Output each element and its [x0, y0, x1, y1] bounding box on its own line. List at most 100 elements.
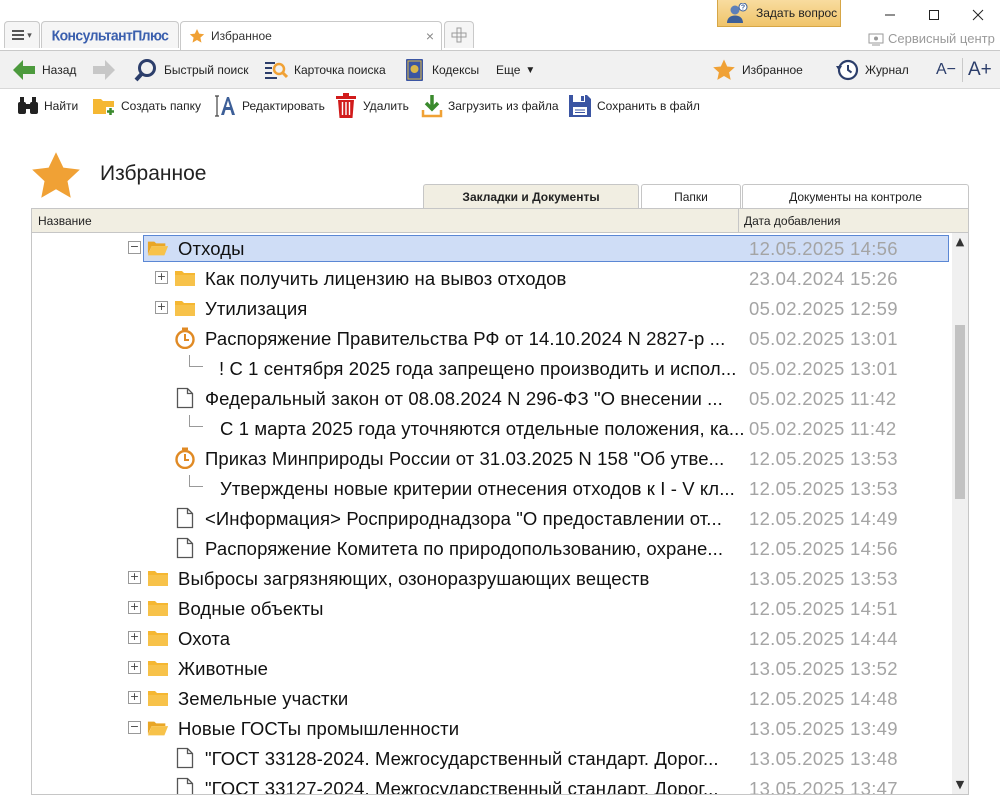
folder-open-icon: [147, 237, 169, 259]
column-divider[interactable]: [738, 209, 739, 233]
folder-row[interactable]: + Как получить лицензию на вывоз отходов 2…: [32, 263, 952, 293]
row-title[interactable]: Новые ГОСТы промышленности: [178, 718, 760, 740]
row-title[interactable]: Земельные участки: [178, 688, 760, 710]
favorites-nav-button[interactable]: Избранное: [712, 51, 803, 89]
delete-button[interactable]: Удалить: [334, 92, 409, 120]
document-row[interactable]: Приказ Минприроды России от 31.03.2025 N…: [32, 443, 952, 473]
row-title[interactable]: Водные объекты: [178, 598, 760, 620]
maximize-button[interactable]: [912, 0, 956, 30]
quick-search-button[interactable]: Быстрый поиск: [134, 51, 248, 89]
find-button[interactable]: Найти: [17, 92, 78, 120]
expand-plus-icon[interactable]: +: [128, 601, 141, 614]
row-date: 13.05.2025 13:53: [749, 568, 898, 589]
scroll-down-arrow-icon[interactable]: ▼: [954, 778, 966, 792]
folder-row[interactable]: + Утилизация 05.02.2025 12:59: [32, 293, 952, 323]
close-window-button[interactable]: [956, 0, 1000, 30]
more-menu-button[interactable]: Еще ▼: [496, 51, 535, 89]
row-title[interactable]: ! С 1 сентября 2025 года запрещено произ…: [219, 358, 760, 380]
document-row[interactable]: "ГОСТ 33128-2024. Межгосударственный ста…: [32, 743, 952, 773]
back-button[interactable]: Назад: [12, 51, 76, 89]
row-title[interactable]: Приказ Минприроды России от 31.03.2025 N…: [205, 448, 760, 470]
tab-favorites[interactable]: Избранное ×: [180, 21, 442, 50]
favorites-large-star-icon: [32, 152, 80, 198]
codes-button[interactable]: Кодексы: [404, 51, 479, 89]
folder-row[interactable]: + Охота 12.05.2025 14:44: [32, 623, 952, 653]
row-title[interactable]: Распоряжение Комитета по природопользова…: [205, 538, 760, 560]
journal-button[interactable]: Журнал: [835, 51, 909, 89]
consultant-logo: КонсультантПлюс: [51, 26, 169, 44]
tree-connector: [189, 355, 203, 367]
collapse-minus-icon[interactable]: −: [128, 721, 141, 734]
expand-plus-icon[interactable]: +: [128, 631, 141, 644]
load-from-file-button[interactable]: Загрузить из файла: [421, 92, 559, 120]
save-disk-icon: [569, 95, 591, 117]
folder-row[interactable]: + Выбросы загрязняющих, озоноразрушающих …: [32, 563, 952, 593]
collapse-minus-icon[interactable]: −: [128, 241, 141, 254]
new-folder-icon: [93, 99, 115, 116]
expand-plus-icon[interactable]: +: [128, 691, 141, 704]
expand-plus-icon[interactable]: +: [155, 301, 168, 314]
service-center-link[interactable]: Сервисный центр: [868, 31, 995, 46]
document-icon: [174, 747, 196, 769]
control-clock-icon: [174, 447, 196, 469]
folder-row[interactable]: + Животные 13.05.2025 13:52: [32, 653, 952, 683]
row-title[interactable]: Федеральный закон от 08.08.2024 N 296-ФЗ…: [205, 388, 760, 410]
document-row[interactable]: <Информация> Росприроднадзора "О предост…: [32, 503, 952, 533]
binoculars-icon: [18, 97, 38, 114]
row-title[interactable]: Отходы: [178, 238, 760, 260]
row-date: 12.05.2025 14:49: [749, 508, 898, 529]
bookmark-row[interactable]: С 1 марта 2025 года уточняются отдельные…: [32, 413, 952, 443]
main-menu-button[interactable]: ▾: [4, 21, 40, 48]
create-folder-button[interactable]: Создать папку: [92, 92, 201, 120]
row-title[interactable]: Как получить лицензию на вывоз отходов: [205, 268, 760, 290]
expand-plus-icon[interactable]: +: [155, 271, 168, 284]
new-tab-button[interactable]: [444, 21, 474, 48]
bookmark-row[interactable]: Утверждены новые критерии отнесения отхо…: [32, 473, 952, 503]
row-title[interactable]: "ГОСТ 33128-2024. Межгосударственный ста…: [205, 748, 760, 770]
ask-question-button[interactable]: ? Задать вопрос: [717, 0, 841, 27]
table-header: Название Дата добавления: [32, 209, 968, 233]
document-row[interactable]: Федеральный закон от 08.08.2024 N 296-ФЗ…: [32, 383, 952, 413]
vertical-scrollbar[interactable]: ▲ ▼: [952, 233, 968, 794]
row-title[interactable]: Животные: [178, 658, 760, 680]
font-smaller-button[interactable]: A−: [936, 51, 956, 89]
row-title[interactable]: Охота: [178, 628, 760, 650]
tab-documents-on-control[interactable]: Документы на контроле: [742, 184, 969, 208]
journal-label: Журнал: [865, 63, 909, 77]
row-title[interactable]: "ГОСТ 33127-2024. Межгосударственный ста…: [205, 778, 760, 794]
row-title[interactable]: Утилизация: [205, 298, 760, 320]
row-title[interactable]: Утверждены новые критерии отнесения отхо…: [220, 478, 760, 500]
bookmark-row[interactable]: ! С 1 сентября 2025 года запрещено произ…: [32, 353, 952, 383]
document-icon: [174, 387, 196, 409]
hamburger-icon: [12, 30, 25, 40]
row-title[interactable]: С 1 марта 2025 года уточняются отдельные…: [220, 418, 760, 440]
folder-row[interactable]: + Водные объекты 12.05.2025 14:51: [32, 593, 952, 623]
document-row[interactable]: Распоряжение Комитета по природопользова…: [32, 533, 952, 563]
edit-button[interactable]: Редактировать: [213, 92, 325, 120]
save-to-file-button[interactable]: Сохранить в файл: [568, 92, 700, 120]
row-title[interactable]: Распоряжение Правительства РФ от 14.10.2…: [205, 328, 760, 350]
tab-bookmarks-and-documents[interactable]: Закладки и Документы: [423, 184, 639, 209]
column-header-name[interactable]: Название: [38, 214, 92, 228]
row-title[interactable]: Выбросы загрязняющих, озоноразрушающих в…: [178, 568, 760, 590]
folder-row[interactable]: − Отходы 12.05.2025 14:56: [32, 233, 952, 263]
scrollbar-thumb[interactable]: [955, 325, 965, 499]
folder-row[interactable]: − Новые ГОСТы промышленности 13.05.2025 13…: [32, 713, 952, 743]
expand-plus-icon[interactable]: +: [128, 661, 141, 674]
search-card-button[interactable]: Карточка поиска: [264, 51, 386, 89]
column-header-date[interactable]: Дата добавления: [744, 214, 840, 228]
folder-row[interactable]: + Земельные участки 12.05.2025 14:48: [32, 683, 952, 713]
document-row[interactable]: Распоряжение Правительства РФ от 14.10.2…: [32, 323, 952, 353]
tab-folders[interactable]: Папки: [641, 184, 741, 208]
minimize-button[interactable]: [868, 0, 912, 30]
scroll-up-arrow-icon[interactable]: ▲: [954, 235, 966, 249]
close-tab-icon[interactable]: ×: [419, 28, 441, 44]
favorites-table: Название Дата добавления − Отходы 12.05.20…: [31, 208, 969, 795]
row-title[interactable]: <Информация> Росприроднадзора "О предост…: [205, 508, 760, 530]
document-icon: [174, 777, 196, 794]
expand-plus-icon[interactable]: +: [128, 571, 141, 584]
control-clock-icon: [174, 327, 196, 349]
logo-tab[interactable]: КонсультантПлюс: [41, 21, 179, 48]
document-row[interactable]: "ГОСТ 33127-2024. Межгосударственный ста…: [32, 773, 952, 794]
font-larger-button[interactable]: A+: [968, 51, 992, 89]
